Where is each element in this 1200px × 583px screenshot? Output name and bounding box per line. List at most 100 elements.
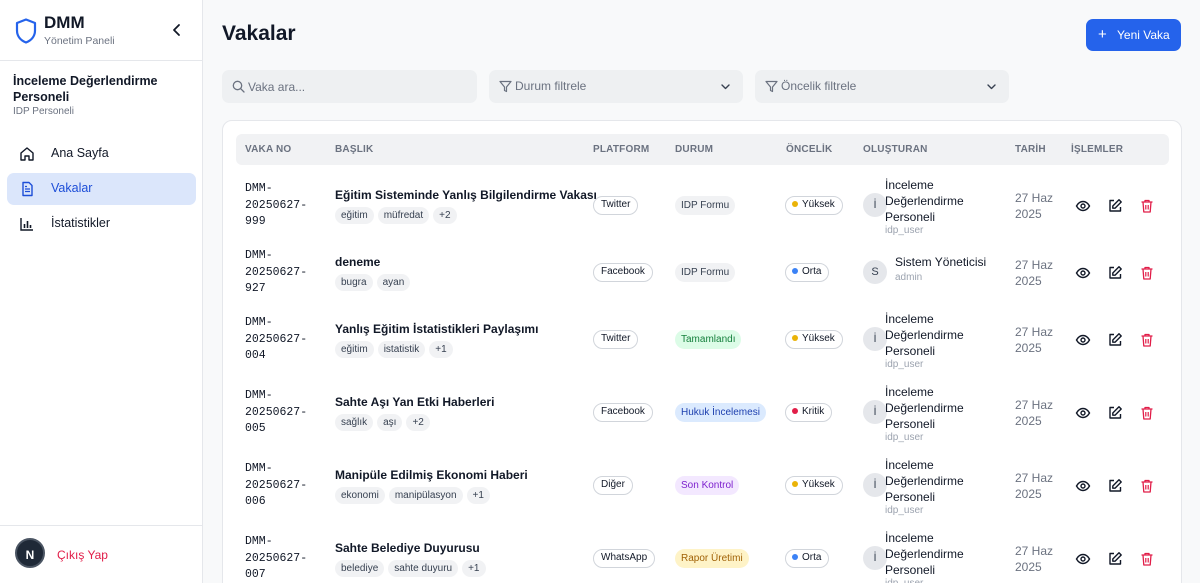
status-badge: Hukuk İncelemesi — [675, 403, 766, 422]
status-badge: IDP Formu — [675, 196, 736, 215]
column-header-platform[interactable]: PLATFORM — [593, 144, 649, 155]
edit-icon[interactable] — [1107, 405, 1123, 421]
column-header-no[interactable]: VAKA NO — [245, 144, 291, 155]
tag-chip: sağlık — [335, 414, 374, 431]
filter-icon — [499, 80, 512, 93]
chevron-left-icon[interactable] — [168, 21, 186, 39]
status-filter-label: Durum filtrele — [515, 79, 587, 93]
edit-icon[interactable] — [1107, 332, 1123, 348]
brand-header: DMM Yönetim Paneli — [0, 0, 202, 61]
creator-username: idp_user — [885, 578, 923, 583]
tag-chip: aşı — [377, 414, 403, 431]
tag-chip: eğitim — [335, 341, 374, 358]
delete-icon[interactable] — [1139, 405, 1155, 421]
user-name: İnceleme Değerlendirme Personeli — [13, 74, 158, 104]
platform-badge: Facebook — [593, 263, 653, 282]
view-icon[interactable] — [1075, 478, 1091, 494]
case-title[interactable]: deneme — [335, 255, 380, 269]
column-header-date[interactable]: TARİH — [1015, 144, 1046, 155]
nav-label: Vakalar — [51, 181, 93, 195]
logout-button[interactable]: Çıkış Yap — [57, 548, 108, 562]
search-icon — [232, 80, 245, 93]
delete-icon[interactable] — [1139, 478, 1155, 494]
avatar: İ — [863, 546, 887, 570]
table-row[interactable]: DMM- 20250627- 999 Eğitim Sisteminde Yan… — [223, 171, 1181, 244]
case-title[interactable]: Sahte Aşı Yan Etki Haberleri — [335, 395, 494, 409]
tag-chip: +2 — [433, 207, 457, 224]
nav-item-statistics[interactable]: İstatistikler — [7, 208, 196, 240]
filter-icon — [765, 80, 778, 93]
column-header-creator[interactable]: OLUŞTURAN — [863, 144, 928, 155]
case-number[interactable]: DMM- 20250627- 927 — [245, 248, 325, 298]
view-icon[interactable] — [1075, 265, 1091, 281]
case-title[interactable]: Yanlış Eğitim İstatistikleri Paylaşımı — [335, 322, 538, 336]
sidebar: DMM Yönetim Paneli İnceleme Değerlendirm… — [0, 0, 203, 583]
view-icon[interactable] — [1075, 551, 1091, 567]
shield-icon — [15, 18, 37, 44]
column-header-title[interactable]: BAŞLIK — [335, 144, 373, 155]
delete-icon[interactable] — [1139, 265, 1155, 281]
edit-icon[interactable] — [1107, 198, 1123, 214]
case-date: 27 Haz 2025 — [1015, 544, 1054, 574]
nav-label: Ana Sayfa — [51, 146, 109, 160]
column-header-status[interactable]: DURUM — [675, 144, 713, 155]
tag-chip: bugra — [335, 274, 373, 291]
priority-dot — [792, 481, 798, 487]
creator-username: idp_user — [885, 505, 924, 516]
edit-icon[interactable] — [1107, 478, 1123, 494]
chevron-down-icon — [721, 84, 730, 90]
tag-list: sağlık aşı +2 — [335, 414, 430, 431]
column-header-priority[interactable]: ÖNCELİK — [786, 144, 832, 155]
edit-icon[interactable] — [1107, 265, 1123, 281]
view-icon[interactable] — [1075, 405, 1091, 421]
status-filter[interactable]: Durum filtrele — [489, 70, 743, 103]
creator-username: idp_user — [885, 225, 924, 236]
cases-table: VAKA NO BAŞLIK PLATFORM DURUM ÖNCELİK OL… — [222, 120, 1182, 583]
status-badge: Rapor Üretimi — [675, 549, 749, 568]
creator-username: idp_user — [885, 432, 924, 443]
case-number[interactable]: DMM- 20250627- 999 — [245, 181, 325, 231]
delete-icon[interactable] — [1139, 551, 1155, 567]
case-number[interactable]: DMM- 20250627- 006 — [245, 461, 325, 511]
case-title[interactable]: Eğitim Sisteminde Yanlış Bilgilendirme V… — [335, 188, 597, 202]
tag-chip: manipülasyon — [388, 487, 463, 504]
case-number[interactable]: DMM- 20250627- 005 — [245, 388, 325, 438]
table-row[interactable]: DMM- 20250627- 004 Yanlış Eğitim İstatis… — [223, 305, 1181, 378]
priority-dot — [792, 335, 798, 341]
case-number[interactable]: DMM- 20250627- 004 — [245, 315, 325, 365]
priority-badge: Yüksek — [785, 476, 843, 495]
delete-icon[interactable] — [1139, 198, 1155, 214]
priority-filter[interactable]: Öncelik filtrele — [755, 70, 1009, 103]
table-row[interactable]: DMM- 20250627- 007 Sahte Belediye Duyuru… — [223, 524, 1181, 583]
priority-label: Yüksek — [802, 333, 835, 344]
case-title[interactable]: Sahte Belediye Duyurusu — [335, 541, 480, 555]
view-icon[interactable] — [1075, 198, 1091, 214]
tag-chip: +1 — [462, 560, 486, 577]
priority-dot — [792, 554, 798, 560]
creator-name: İnceleme Değerlendirme Personeli — [885, 458, 964, 504]
nav-item-home[interactable]: Ana Sayfa — [7, 138, 196, 170]
delete-icon[interactable] — [1139, 332, 1155, 348]
table-row[interactable]: DMM- 20250627- 005 Sahte Aşı Yan Etki Ha… — [223, 378, 1181, 451]
tag-chip: eğitim — [335, 207, 374, 224]
edit-icon[interactable] — [1107, 551, 1123, 567]
priority-filter-label: Öncelik filtrele — [781, 79, 857, 93]
user-role: IDP Personeli — [13, 106, 74, 117]
priority-label: Yüksek — [802, 199, 835, 210]
platform-badge: WhatsApp — [593, 549, 656, 568]
brand-subtitle: Yönetim Paneli — [44, 35, 115, 47]
view-icon[interactable] — [1075, 332, 1091, 348]
case-title[interactable]: Manipüle Edilmiş Ekonomi Haberi — [335, 468, 528, 482]
avatar: İ — [863, 327, 887, 351]
avatar[interactable]: N — [15, 538, 45, 568]
tag-chip: ayan — [376, 274, 411, 291]
platform-badge: Facebook — [593, 403, 653, 422]
search-input[interactable] — [248, 70, 468, 103]
tag-list: belediye sahte duyuru +1 — [335, 560, 486, 577]
new-case-button[interactable]: + Yeni Vaka — [1086, 19, 1181, 51]
nav-item-cases[interactable]: Vakalar — [7, 173, 196, 205]
case-number[interactable]: DMM- 20250627- 007 — [245, 534, 325, 583]
creator-name: Sistem Yöneticisi — [895, 255, 987, 269]
table-row[interactable]: DMM- 20250627- 927 deneme bugra ayan Face… — [223, 238, 1181, 311]
table-row[interactable]: DMM- 20250627- 006 Manipüle Edilmiş Ekon… — [223, 451, 1181, 524]
